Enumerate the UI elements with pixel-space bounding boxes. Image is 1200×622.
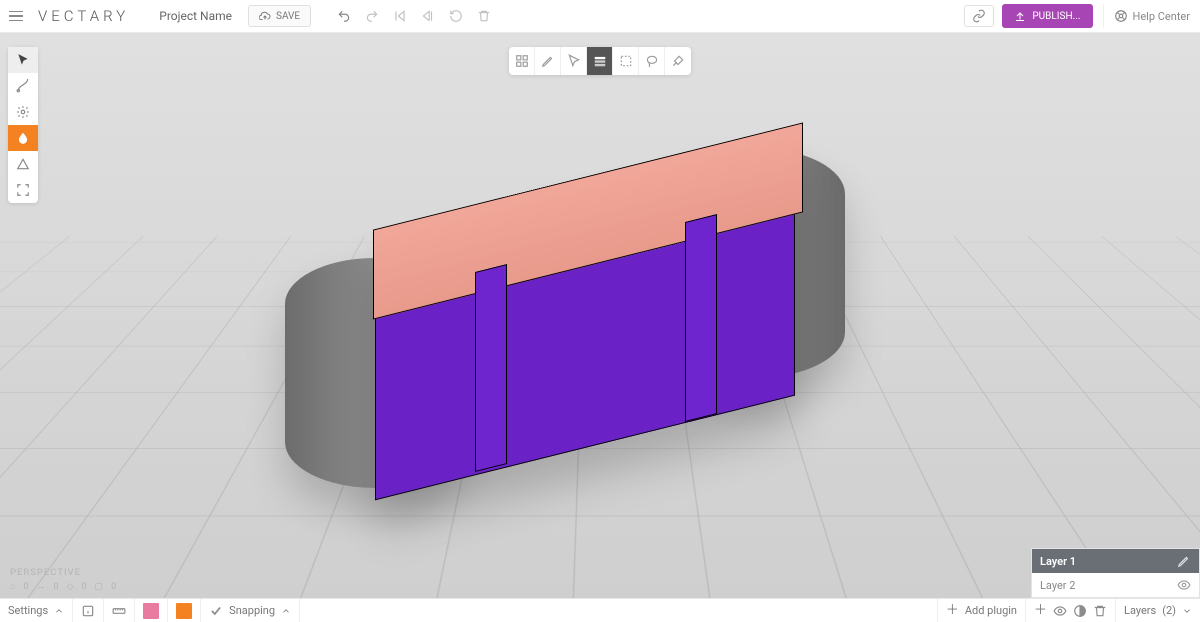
tool-gear[interactable] [8,99,38,125]
stat-vert-count: 0 [81,582,86,592]
swatch-b[interactable] [168,599,201,622]
refresh-icon[interactable] [449,9,463,23]
skip-back-icon[interactable] [393,9,407,23]
model-rib-a [475,264,507,472]
settings-label: Settings [8,604,48,617]
tool-curve[interactable] [8,73,38,99]
color-swatch-pink [143,603,159,619]
eye-icon[interactable] [1177,578,1191,592]
bottom-bar: Settings Snapping ＋ Add plugin ＋ Layers … [0,598,1200,622]
chevron-up-icon [281,606,291,616]
layers-count: (2) [1162,604,1176,617]
hamburger-menu-icon[interactable] [0,11,32,22]
help-center-label: Help Center [1133,10,1191,23]
focus-icon [16,183,30,197]
perspective-title: PERSPECTIVE [10,567,116,578]
mode-lasso[interactable] [639,47,665,75]
stat-face-count: 0 [111,582,116,592]
stat-face-icon: ▢ [95,582,104,592]
save-button-label: SAVE [276,11,300,22]
model-rib-b [685,214,717,422]
ruler-toggle[interactable] [104,599,135,622]
redo-icon[interactable] [365,9,379,23]
droplet-icon [16,131,30,145]
app-logo: VECTARY [32,7,143,25]
shade-icon [593,54,607,68]
swatch-a[interactable] [135,599,168,622]
tool-triangle[interactable] [8,151,38,177]
check-icon [209,604,223,618]
layer-actions: ＋ [1025,599,1115,622]
help-center-button[interactable]: Help Center [1103,4,1200,28]
chevron-up-icon [54,606,64,616]
contrast-icon[interactable] [1073,604,1087,618]
stat-vert-icon: ◇ [67,582,74,592]
stat-home-icon: ⌂ [10,581,15,592]
ruler-icon [112,604,126,618]
pencil-icon[interactable] [1177,554,1191,568]
undo-icon[interactable] [337,9,351,23]
curve-icon [16,79,30,93]
cursor2-icon [567,54,581,68]
gear-icon [16,105,30,119]
color-swatch-orange [176,603,192,619]
eye-icon[interactable] [1053,604,1067,618]
trash-icon[interactable] [477,9,491,23]
save-button[interactable]: SAVE [248,5,311,27]
trash-icon[interactable] [1093,604,1107,618]
link-icon [972,9,986,23]
layers-label: Layers [1124,604,1156,617]
mode-rect-select[interactable] [613,47,639,75]
mode-brush[interactable] [665,47,691,75]
snapping-label: Snapping [229,604,275,617]
top-bar: VECTARY Project Name SAVE PUBLISH... Hel… [0,0,1200,33]
model-3d-object[interactable] [285,148,845,508]
grid4-icon [515,54,529,68]
perspective-stats: PERSPECTIVE ⌂ 0 ↔ 0 ◇ 0 ▢ 0 [10,567,116,592]
info-icon [81,604,95,618]
pencil-icon [541,54,555,68]
stat-home-count: 0 [23,582,28,592]
mode-pencil[interactable] [535,47,561,75]
triangle-icon [16,157,30,171]
layers-panel: Layer 1 Layer 2 [1031,548,1200,598]
layers-dropdown[interactable]: Layers (2) [1115,599,1200,622]
lasso-icon [645,54,659,68]
layer-row-active[interactable]: Layer 1 [1032,549,1199,573]
brush-icon [671,54,685,68]
tool-select[interactable] [8,47,38,73]
lifebelt-icon [1114,9,1128,23]
history-actions [337,9,491,23]
upload-icon [1014,10,1026,22]
layer-row[interactable]: Layer 2 [1032,573,1199,597]
mode-cursor[interactable] [561,47,587,75]
layer-row-label: Layer 1 [1040,555,1177,568]
add-plugin-label: Add plugin [965,604,1017,617]
mode-toolbar [509,47,691,75]
stat-edge-icon: ↔ [37,581,46,592]
snapping-toggle[interactable]: Snapping [201,599,300,622]
publish-button[interactable]: PUBLISH... [1002,4,1092,28]
add-plugin-button[interactable]: ＋ Add plugin [937,599,1025,622]
settings-button[interactable]: Settings [0,599,73,622]
share-link-button[interactable] [964,5,994,27]
tool-droplet[interactable] [8,125,38,151]
cursor-icon [16,53,30,67]
publish-button-label: PUBLISH... [1032,11,1080,22]
cloud-upload-icon [259,10,271,22]
rect-sel-icon [619,54,633,68]
viewport-3d[interactable] [0,33,1200,598]
info-panel-toggle[interactable] [73,599,104,622]
mode-shade[interactable] [587,47,613,75]
rewind-start-icon[interactable] [421,9,435,23]
mode-grid[interactable] [509,47,535,75]
layer-row-label: Layer 2 [1040,579,1177,592]
stat-edge-count: 0 [54,582,59,592]
project-name[interactable]: Project Name [143,9,248,23]
left-tool-column [8,47,38,203]
chevron-down-icon [1182,606,1192,616]
tool-focus[interactable] [8,177,38,203]
